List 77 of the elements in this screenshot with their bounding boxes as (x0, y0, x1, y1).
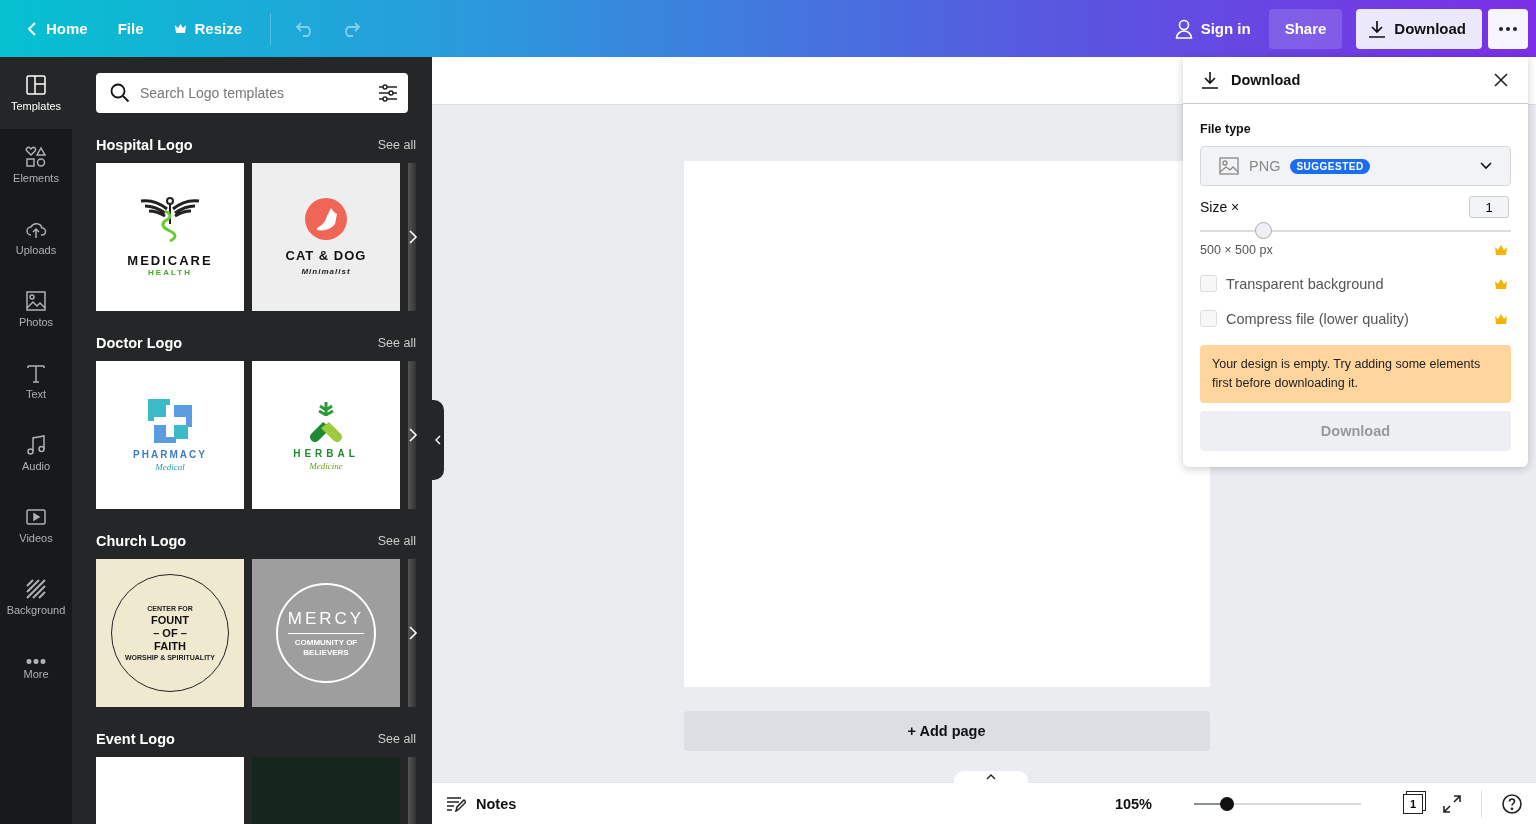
checkbox[interactable] (1200, 310, 1217, 327)
stripes-icon (25, 578, 47, 600)
download-icon (1201, 71, 1219, 89)
page-count-button[interactable]: 1 (1403, 793, 1423, 814)
add-page-button[interactable]: + Add page (683, 711, 1210, 751)
section-title: Doctor Logo (96, 335, 183, 351)
dimensions-text: 500 × 500 px (1200, 243, 1273, 257)
video-icon (25, 506, 47, 528)
see-all-link[interactable]: See all (377, 534, 416, 548)
more-options-button[interactable] (1488, 8, 1528, 49)
logo-subtitle: Medicine (309, 460, 343, 471)
section-title: Church Logo (96, 533, 187, 549)
logo-title: HERBAL (293, 447, 359, 459)
sidebar-item[interactable]: Templates (0, 57, 72, 129)
shapes-icon (25, 146, 47, 168)
logo-title: CAT & DOG (285, 248, 367, 263)
zoom-percentage: 105% (1114, 795, 1152, 812)
crown-icon (1495, 245, 1507, 255)
user-icon (1174, 18, 1193, 39)
suggested-badge: SUGGESTED (1290, 158, 1370, 174)
see-all-link[interactable]: See all (377, 336, 416, 350)
back-icon (26, 20, 38, 37)
size-input[interactable]: 1 (1469, 196, 1509, 218)
collapse-panel-handle[interactable] (432, 400, 444, 480)
file-type-dropdown[interactable]: PNG SUGGESTED (1200, 146, 1511, 186)
logo-subtitle: HEALTH (148, 268, 192, 277)
layout-icon (25, 74, 47, 96)
image-icon (1219, 157, 1239, 175)
help-icon[interactable] (1502, 793, 1522, 814)
download-button[interactable]: Download (1356, 8, 1482, 49)
music-note-icon (25, 434, 47, 456)
logo-caption: COMMUNITY OF (294, 637, 358, 648)
see-all-link[interactable]: See all (377, 138, 416, 152)
template-thumbnail[interactable]: MEDICARE HEALTH (96, 163, 244, 311)
logo-caption: BELIEVERS (303, 647, 349, 658)
image-icon (25, 290, 47, 312)
text-icon (25, 362, 47, 384)
popover-title: Download (1231, 72, 1301, 88)
crown-icon (1495, 278, 1507, 289)
logo-subtitle: Minimalist (301, 267, 351, 276)
more-icon (1499, 26, 1517, 31)
crown-icon (173, 23, 187, 34)
template-thumbnail[interactable]: CAT & DOG Minimalist (252, 163, 400, 311)
option-label: Compress file (lower quality) (1226, 310, 1409, 327)
notes-icon (446, 795, 466, 812)
fullscreen-icon[interactable] (1443, 794, 1461, 813)
file-type-label: File type (1200, 122, 1252, 136)
logo-title: – OF – (153, 626, 187, 640)
chevron-down-icon (1480, 162, 1492, 170)
sign-in-button[interactable]: Sign in (1162, 8, 1263, 49)
logo-subtitle: Medical (155, 461, 185, 472)
search-icon (110, 83, 130, 103)
more-icon (25, 658, 47, 664)
section-title: Event Logo (96, 731, 175, 747)
logo-title: PHARMACY (133, 448, 207, 460)
size-label: Size × (1200, 199, 1240, 215)
show-pages-tab[interactable] (954, 771, 1028, 783)
logo-title: FOUNT (151, 613, 189, 627)
logo-title: MERCY (287, 608, 365, 634)
notes-button[interactable]: Notes (446, 795, 517, 812)
section-title: Hospital Logo (96, 137, 193, 153)
logo-title: FAITH (154, 639, 186, 653)
download-icon (1368, 19, 1387, 38)
see-all-link[interactable]: See all (377, 732, 416, 746)
share-button[interactable]: Share (1268, 8, 1343, 49)
checkbox[interactable] (1200, 275, 1217, 292)
option-label: Transparent background (1226, 275, 1384, 292)
template-thumbnail[interactable]: HERBAL Medicine (252, 361, 400, 509)
cross-icon (148, 398, 192, 443)
template-thumbnail[interactable]: PHARMACY Medical (96, 361, 244, 509)
filter-icon[interactable] (378, 84, 398, 102)
logo-title: MEDICARE (127, 253, 213, 268)
warning-message: Your design is empty. Try adding some elements first before downloading it. (1200, 345, 1511, 403)
search-field[interactable]: Search Logo templates (96, 73, 408, 113)
crown-icon (1495, 313, 1507, 324)
chevron-up-icon (986, 774, 996, 780)
close-icon[interactable] (1494, 73, 1508, 87)
